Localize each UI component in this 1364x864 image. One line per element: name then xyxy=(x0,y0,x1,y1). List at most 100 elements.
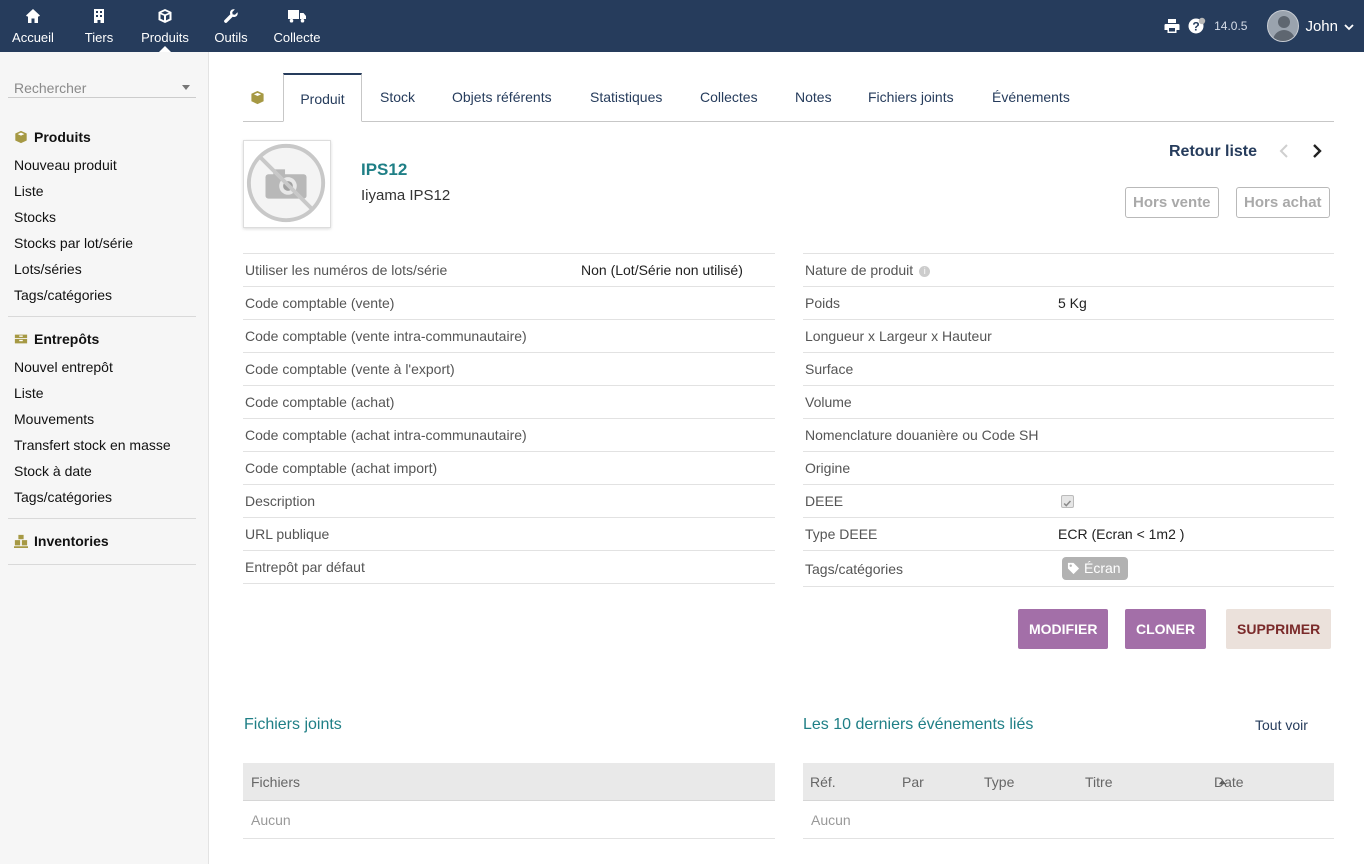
column-header-par[interactable]: Par xyxy=(902,763,924,801)
menu-item-liste[interactable]: Liste xyxy=(8,178,196,204)
events-section-title: Les 10 derniers événements liés xyxy=(803,716,1034,733)
field-label: Utiliser les numéros de lots/série xyxy=(245,262,448,278)
tab-fichiers-joints[interactable]: Fichiers joints xyxy=(868,73,954,122)
field-row: Nature de produit i xyxy=(803,254,1334,287)
nav-accueil[interactable]: Accueil xyxy=(0,0,66,52)
user-name[interactable]: John xyxy=(1305,18,1338,35)
menu-divider xyxy=(8,518,196,519)
previous-arrow-icon[interactable] xyxy=(1277,142,1291,160)
nav-outils[interactable]: Outils xyxy=(198,0,264,52)
delete-button[interactable]: SUPPRIMER xyxy=(1226,609,1332,649)
menu-item-mouvements[interactable]: Mouvements xyxy=(8,406,196,432)
field-row: Code comptable (achat intra-communautair… xyxy=(243,419,775,452)
menu-item-lots-series[interactable]: Lots/séries xyxy=(8,256,196,282)
menu-item-stock-a-date[interactable]: Stock à date xyxy=(8,458,196,484)
menu-item-nouveau-produit[interactable]: Nouveau produit xyxy=(8,152,196,178)
field-label: Code comptable (achat) xyxy=(245,394,395,410)
next-arrow-icon[interactable] xyxy=(1310,142,1324,160)
column-header-titre[interactable]: Titre xyxy=(1085,763,1112,801)
menu-item-liste-entrepots[interactable]: Liste xyxy=(8,380,196,406)
files-section-title: Fichiers joints xyxy=(244,716,342,733)
cube-icon xyxy=(158,9,172,23)
clone-button[interactable]: CLONER xyxy=(1125,609,1207,649)
cube-icon xyxy=(15,130,27,144)
nav-label: Outils xyxy=(214,30,248,45)
search-select[interactable]: Rechercher xyxy=(8,76,196,98)
column-header-date[interactable]: Date xyxy=(1214,763,1244,801)
field-label: Code comptable (vente intra-communautair… xyxy=(245,328,527,344)
field-label: URL publique xyxy=(245,526,330,542)
menu-item-nouvel-entrepot[interactable]: Nouvel entrepôt xyxy=(8,354,196,380)
field-row: Code comptable (achat) xyxy=(243,386,775,419)
info-icon[interactable]: i xyxy=(919,265,931,277)
nav-produits[interactable]: Produits xyxy=(132,0,198,52)
field-row: Longueur x Largeur x Hauteur xyxy=(803,320,1334,353)
caret-down-icon xyxy=(182,85,190,90)
field-label: Poids xyxy=(805,295,841,311)
see-all-link[interactable]: Tout voir xyxy=(1255,717,1308,733)
product-tabs: Produit Stock Objets référents Statistiq… xyxy=(243,73,1334,122)
nav-label: Collecte xyxy=(273,30,321,45)
help-icon[interactable]: ? xyxy=(1188,17,1206,35)
tab-stock[interactable]: Stock xyxy=(380,73,415,122)
tab-produit[interactable]: Produit xyxy=(283,73,362,122)
field-row: DEEE xyxy=(803,485,1334,518)
printer-icon[interactable] xyxy=(1164,18,1180,34)
field-row: Origine xyxy=(803,452,1334,485)
left-sidebar: Rechercher Produits Nouveau produit List… xyxy=(0,52,209,864)
status-sell-badge[interactable]: Hors vente xyxy=(1125,187,1219,218)
menu-item-transfert-stock[interactable]: Transfert stock en masse xyxy=(8,432,196,458)
check-icon xyxy=(1063,500,1072,507)
events-empty-row: Aucun xyxy=(803,801,1334,839)
empty-text: Aucun xyxy=(811,812,851,828)
menu-entrepots: Entrepôts Nouvel entrepôt Liste Mouvemen… xyxy=(8,329,196,510)
nav-label: Tiers xyxy=(84,30,114,45)
menu-item-stocks-par-lot[interactable]: Stocks par lot/série xyxy=(8,230,196,256)
product-photo-placeholder[interactable] xyxy=(243,140,331,228)
avatar[interactable] xyxy=(1267,10,1300,42)
menu-title-entrepots[interactable]: Entrepôts xyxy=(8,329,196,349)
field-row: Description xyxy=(243,485,775,518)
menu-inventories: Inventories xyxy=(8,531,196,551)
field-label: Code comptable (vente) xyxy=(245,295,395,311)
home-icon xyxy=(26,9,40,23)
field-label: Volume xyxy=(805,394,852,410)
product-label: Iiyama IPS12 xyxy=(361,187,451,204)
tab-evenements[interactable]: Événements xyxy=(992,73,1070,122)
search-placeholder: Rechercher xyxy=(14,80,87,96)
back-to-list-link[interactable]: Retour liste xyxy=(1169,143,1257,161)
tab-objets-referents[interactable]: Objets référents xyxy=(452,73,552,122)
field-row: Poids 5 Kg xyxy=(803,287,1334,320)
field-label: Description xyxy=(245,493,316,509)
chevron-down-icon[interactable] xyxy=(1344,22,1354,32)
tab-notes[interactable]: Notes xyxy=(795,73,832,122)
menu-title-produits[interactable]: Produits xyxy=(8,127,196,147)
main-navigation: Accueil Tiers Produits Outils Collecte xyxy=(0,0,330,52)
files-empty-row: Aucun xyxy=(243,801,775,839)
nav-collecte[interactable]: Collecte xyxy=(264,0,330,52)
field-row: URL publique xyxy=(243,518,775,551)
nav-tiers[interactable]: Tiers xyxy=(66,0,132,52)
events-table-header: Réf. Par Type Titre Date xyxy=(803,763,1334,801)
field-row: Nomenclature douanière ou Code SH xyxy=(803,419,1334,452)
column-header-type[interactable]: Type xyxy=(984,763,1014,801)
tab-statistiques[interactable]: Statistiques xyxy=(590,73,662,122)
svg-text:?: ? xyxy=(1192,20,1199,34)
status-buy-badge[interactable]: Hors achat xyxy=(1236,187,1330,218)
modify-button[interactable]: MODIFIER xyxy=(1018,609,1109,649)
field-label: Surface xyxy=(805,361,854,377)
menu-item-stocks[interactable]: Stocks xyxy=(8,204,196,230)
field-value: ECR (Ecran < 1m2 ) xyxy=(1058,526,1185,542)
tab-collectes[interactable]: Collectes xyxy=(700,73,758,122)
boxes-icon xyxy=(14,334,28,344)
menu-title-inventories[interactable]: Inventories xyxy=(8,531,196,551)
tag-icon xyxy=(1067,562,1080,575)
menu-item-tags-categories[interactable]: Tags/catégories xyxy=(8,282,196,308)
version-label: 14.0.5 xyxy=(1214,19,1248,33)
field-row: Utiliser les numéros de lots/série Non (… xyxy=(243,254,775,287)
top-right-tools: ? 14.0.5 John xyxy=(1164,0,1364,52)
category-tag[interactable]: Écran xyxy=(1062,557,1128,580)
menu-item-tags-categories-entrepots[interactable]: Tags/catégories xyxy=(8,484,196,510)
menu-divider xyxy=(8,316,196,317)
column-header-ref[interactable]: Réf. xyxy=(810,763,836,801)
